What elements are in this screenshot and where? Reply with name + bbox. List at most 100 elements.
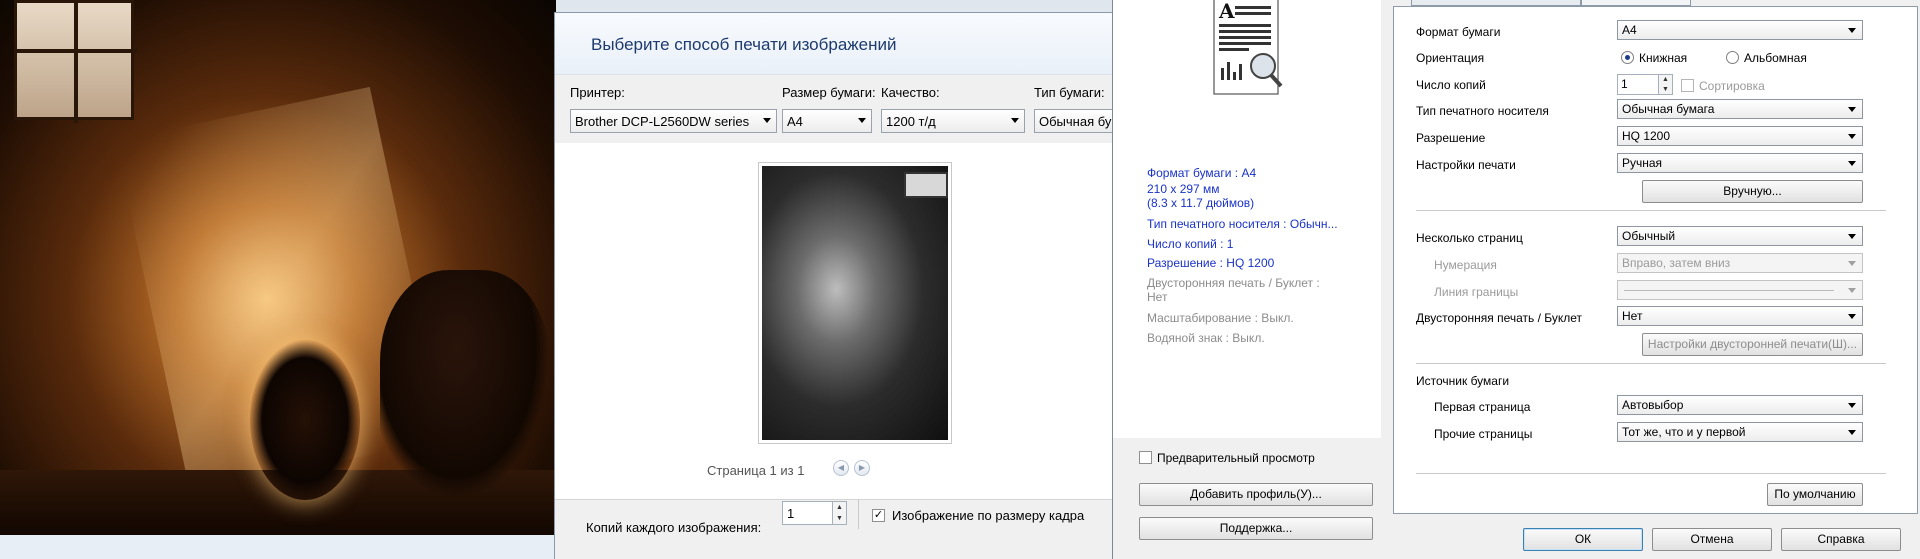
print-pictures-dialog: Выберите способ печати изображений Принт… bbox=[554, 12, 1114, 559]
multipage-label: Несколько страниц bbox=[1416, 231, 1523, 245]
border-line-select[interactable] bbox=[1617, 280, 1863, 300]
paper-format-value: A4 bbox=[1622, 23, 1637, 37]
prev-page-button[interactable]: ◀ bbox=[833, 460, 849, 476]
collate-checkbox[interactable] bbox=[1681, 79, 1694, 92]
chevron-up-icon[interactable]: ▲ bbox=[833, 502, 846, 513]
resolution-label: Разрешение bbox=[1416, 131, 1486, 145]
preview-checkbox[interactable] bbox=[1139, 451, 1152, 464]
paper-type-select[interactable]: Обычная бу bbox=[1034, 109, 1113, 133]
chevron-down-icon bbox=[1848, 430, 1856, 435]
chevron-down-icon bbox=[1848, 234, 1856, 239]
section-separator bbox=[1416, 473, 1886, 474]
cancel-button[interactable]: Отмена bbox=[1652, 528, 1772, 551]
fit-image-checkbox[interactable]: ✓ bbox=[872, 509, 885, 522]
paper-type-value: Обычная бу bbox=[1039, 114, 1112, 129]
info-resolution: Разрешение : HQ 1200 bbox=[1147, 256, 1275, 270]
duplex-select[interactable]: Нет bbox=[1617, 306, 1863, 326]
duplex-settings-button[interactable]: Настройки двусторонней печати(Ш)... bbox=[1642, 333, 1863, 356]
ok-button[interactable]: ОК bbox=[1523, 528, 1643, 551]
svg-text:A: A bbox=[1218, 0, 1235, 23]
chevron-down-icon bbox=[1848, 288, 1856, 293]
copies-label: Копий каждого изображения: bbox=[586, 520, 762, 535]
paper-format-label: Формат бумаги bbox=[1416, 25, 1501, 39]
other-pages-label: Прочие страницы bbox=[1434, 427, 1533, 441]
print-settings-select[interactable]: Ручная bbox=[1617, 153, 1863, 173]
print-settings-label: Настройки печати bbox=[1416, 158, 1516, 172]
info-duplex: Двусторонняя печать / Буклет : bbox=[1147, 276, 1320, 290]
first-page-select[interactable]: Автовыбор bbox=[1617, 395, 1863, 415]
chevron-down-icon bbox=[1848, 107, 1856, 112]
add-profile-button[interactable]: Добавить профиль(У)... bbox=[1139, 483, 1373, 506]
paper-type-label: Тип бумаги: bbox=[1034, 85, 1105, 100]
numbering-label: Нумерация bbox=[1434, 258, 1497, 272]
resolution-select[interactable]: HQ 1200 bbox=[1617, 126, 1863, 146]
photo-window bbox=[14, 0, 137, 123]
media-type-label: Тип печатного носителя bbox=[1416, 104, 1549, 118]
quality-label: Качество: bbox=[881, 85, 940, 100]
dialog-header: Выберите способ печати изображений bbox=[555, 13, 1113, 75]
page-indicator: Страница 1 из 1 bbox=[707, 463, 805, 478]
orientation-portrait-radio[interactable] bbox=[1621, 51, 1634, 64]
other-pages-select[interactable]: Тот же, что и у первой bbox=[1617, 422, 1863, 442]
resolution-value: HQ 1200 bbox=[1622, 129, 1671, 143]
chevron-up-icon[interactable]: ▲ bbox=[1659, 75, 1672, 85]
chevron-down-icon bbox=[763, 118, 771, 123]
chevron-down-icon[interactable]: ▼ bbox=[1659, 85, 1672, 95]
multipage-value: Обычный bbox=[1622, 229, 1676, 243]
info-copies: Число копий : 1 bbox=[1147, 237, 1234, 251]
duplex-label: Двусторонняя печать / Буклет bbox=[1416, 311, 1583, 325]
info-paper-format: Формат бумаги : A4 bbox=[1147, 166, 1257, 180]
info-duplex-value: Нет bbox=[1147, 290, 1168, 304]
numbering-select[interactable]: Вправо, затем вниз bbox=[1617, 253, 1863, 273]
copies-label: Число копий bbox=[1416, 78, 1486, 92]
first-page-value: Автовыбор bbox=[1622, 398, 1684, 412]
paper-format-select[interactable]: A4 bbox=[1617, 20, 1863, 40]
chevron-down-icon bbox=[1848, 403, 1856, 408]
chevron-down-icon bbox=[1848, 261, 1856, 266]
copies-input[interactable]: 1 bbox=[1617, 74, 1659, 95]
chevron-down-icon bbox=[1848, 314, 1856, 319]
basic-settings-panel: Формат бумаги A4 Ориентация Книжная Альб… bbox=[1393, 6, 1918, 514]
orientation-landscape-radio[interactable] bbox=[1726, 51, 1739, 64]
manual-settings-button[interactable]: Вручную... bbox=[1642, 180, 1863, 203]
copies-stepper[interactable]: ▲ ▼ bbox=[833, 501, 847, 525]
printer-select-value: Brother DCP-L2560DW series bbox=[575, 114, 750, 129]
chevron-down-icon[interactable]: ▼ bbox=[833, 513, 846, 524]
border-line-label: Линия границы bbox=[1434, 285, 1519, 299]
paper-source-label: Источник бумаги bbox=[1416, 374, 1510, 388]
next-page-button[interactable]: ▶ bbox=[854, 460, 870, 476]
border-line-preview bbox=[1624, 290, 1834, 291]
footer-separator bbox=[858, 499, 859, 529]
dialog-title: Выберите способ печати изображений bbox=[591, 35, 897, 54]
printer-preferences-dialog: A Формат бумаги : A4 210 x 297 мм (8.3 x… bbox=[1112, 0, 1920, 559]
print-settings-value: Ручная bbox=[1622, 156, 1663, 170]
multipage-select[interactable]: Обычный bbox=[1617, 226, 1863, 246]
quality-select[interactable]: 1200 т/д bbox=[881, 109, 1025, 133]
printer-select[interactable]: Brother DCP-L2560DW series bbox=[570, 109, 777, 133]
copies-input[interactable]: 1 bbox=[782, 501, 833, 525]
copies-stepper[interactable]: ▲ ▼ bbox=[1659, 74, 1673, 95]
media-type-select[interactable]: Обычная бумага bbox=[1617, 99, 1863, 119]
first-page-label: Первая страница bbox=[1434, 400, 1531, 414]
arrow-right-icon: ▶ bbox=[858, 463, 866, 472]
chevron-down-icon bbox=[1848, 161, 1856, 166]
help-button[interactable]: Справка bbox=[1781, 528, 1901, 551]
taskbar-strip bbox=[0, 535, 556, 559]
info-media-type: Тип печатного носителя : Обычн... bbox=[1147, 217, 1338, 231]
image-thumbnail bbox=[758, 162, 952, 444]
numbering-value: Вправо, затем вниз bbox=[1622, 256, 1731, 270]
photo-cat-silhouette bbox=[250, 340, 360, 500]
orientation-label: Ориентация bbox=[1416, 51, 1485, 65]
paper-size-select[interactable]: A4 bbox=[782, 109, 872, 133]
info-watermark: Водяной знак : Выкл. bbox=[1147, 331, 1265, 345]
other-pages-value: Тот же, что и у первой bbox=[1622, 425, 1746, 439]
orientation-portrait-label: Книжная bbox=[1639, 51, 1688, 65]
default-button[interactable]: По умолчанию bbox=[1767, 483, 1863, 506]
chevron-down-icon bbox=[858, 118, 866, 123]
support-button[interactable]: Поддержка... bbox=[1139, 517, 1373, 540]
photo-girl-silhouette bbox=[380, 270, 550, 500]
section-separator bbox=[1416, 210, 1886, 211]
quality-value: 1200 т/д bbox=[886, 114, 936, 129]
section-separator bbox=[1416, 363, 1886, 364]
info-paper-in: (8.3 x 11.7 дюймов) bbox=[1147, 196, 1255, 210]
